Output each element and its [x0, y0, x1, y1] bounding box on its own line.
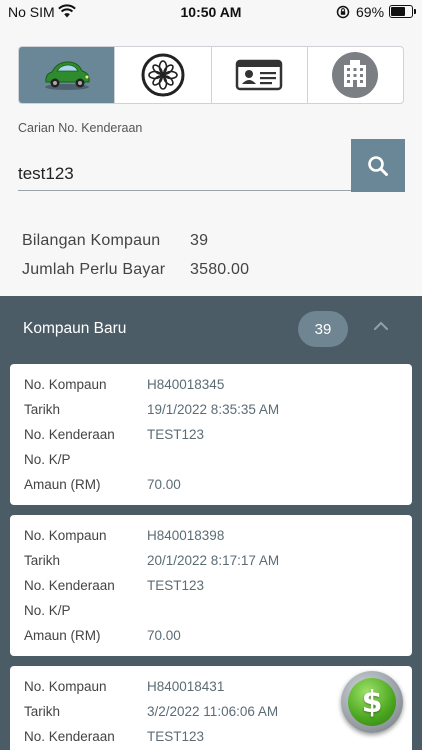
- compound-no-value: H840018345: [147, 377, 225, 392]
- vehicle-no-value: TEST123: [147, 729, 205, 744]
- field-label: No. K/P: [24, 603, 71, 618]
- section-title: Kompaun Baru: [23, 320, 127, 337]
- vehicle-no-value: TEST123: [147, 427, 205, 442]
- compound-no-value: H840018431: [147, 679, 225, 694]
- compound-count-label: Bilangan Kompaun: [22, 232, 161, 249]
- section-count-badge: 39: [298, 311, 348, 347]
- field-label: Amaun (RM): [24, 628, 101, 643]
- amount-value: 70.00: [147, 628, 181, 643]
- search-label: Carian No. Kenderaan: [18, 121, 143, 135]
- field-label: No. Kenderaan: [24, 427, 115, 442]
- status-bar: No SIM 10:50 AM 69%: [0, 0, 422, 26]
- field-label: Tarikh: [24, 704, 61, 719]
- tab-company[interactable]: [306, 47, 403, 103]
- field-label: No. Kompaun: [24, 377, 107, 392]
- car-icon: [44, 61, 90, 90]
- field-label: No. K/P: [24, 452, 71, 467]
- date-value: 3/2/2022 11:06:06 AM: [147, 704, 279, 719]
- rotation-lock-icon: [336, 5, 350, 19]
- date-value: 20/1/2022 8:17:17 AM: [147, 553, 280, 568]
- field-label: Tarikh: [24, 553, 61, 568]
- emblem-icon: [141, 53, 185, 97]
- compound-count-value: 39: [190, 232, 209, 249]
- field-label: No. Kenderaan: [24, 729, 115, 744]
- vehicle-search-input[interactable]: [18, 157, 351, 191]
- id-card-icon: [235, 59, 283, 91]
- category-tabs: [18, 46, 404, 104]
- tab-id-card[interactable]: [210, 47, 307, 103]
- total-payable-row: Jumlah Perlu Bayar 3580.00: [22, 261, 249, 279]
- amount-value: 70.00: [147, 477, 181, 492]
- field-label: No. Kompaun: [24, 679, 107, 694]
- date-value: 19/1/2022 8:35:35 AM: [147, 402, 280, 417]
- new-compounds-header[interactable]: Kompaun Baru 39: [0, 296, 422, 362]
- compound-no-value: H840018398: [147, 528, 225, 543]
- tab-emblem[interactable]: [114, 47, 210, 103]
- field-label: No. Kenderaan: [24, 578, 115, 593]
- battery-percent: 69%: [356, 4, 385, 20]
- pay-button[interactable]: $: [341, 671, 403, 733]
- compound-count-row: Bilangan Kompaun 39: [22, 232, 208, 250]
- vehicle-no-value: TEST123: [147, 578, 205, 593]
- battery-icon: [389, 5, 416, 18]
- chevron-up-icon[interactable]: [372, 320, 390, 332]
- search-icon: [368, 155, 388, 176]
- dollar-icon: $: [348, 678, 396, 726]
- field-label: Tarikh: [24, 402, 61, 417]
- total-payable-label: Jumlah Perlu Bayar: [22, 261, 166, 278]
- field-label: Amaun (RM): [24, 477, 101, 492]
- search-button[interactable]: [351, 139, 405, 192]
- compound-card[interactable]: No. Kompaun H840018398 Tarikh 20/1/2022 …: [10, 515, 412, 656]
- field-label: No. Kompaun: [24, 528, 107, 543]
- tab-vehicle[interactable]: [19, 47, 115, 103]
- compound-card[interactable]: No. Kompaun H840018345 Tarikh 19/1/2022 …: [10, 364, 412, 505]
- total-payable-value: 3580.00: [190, 261, 250, 278]
- building-icon: [332, 52, 379, 98]
